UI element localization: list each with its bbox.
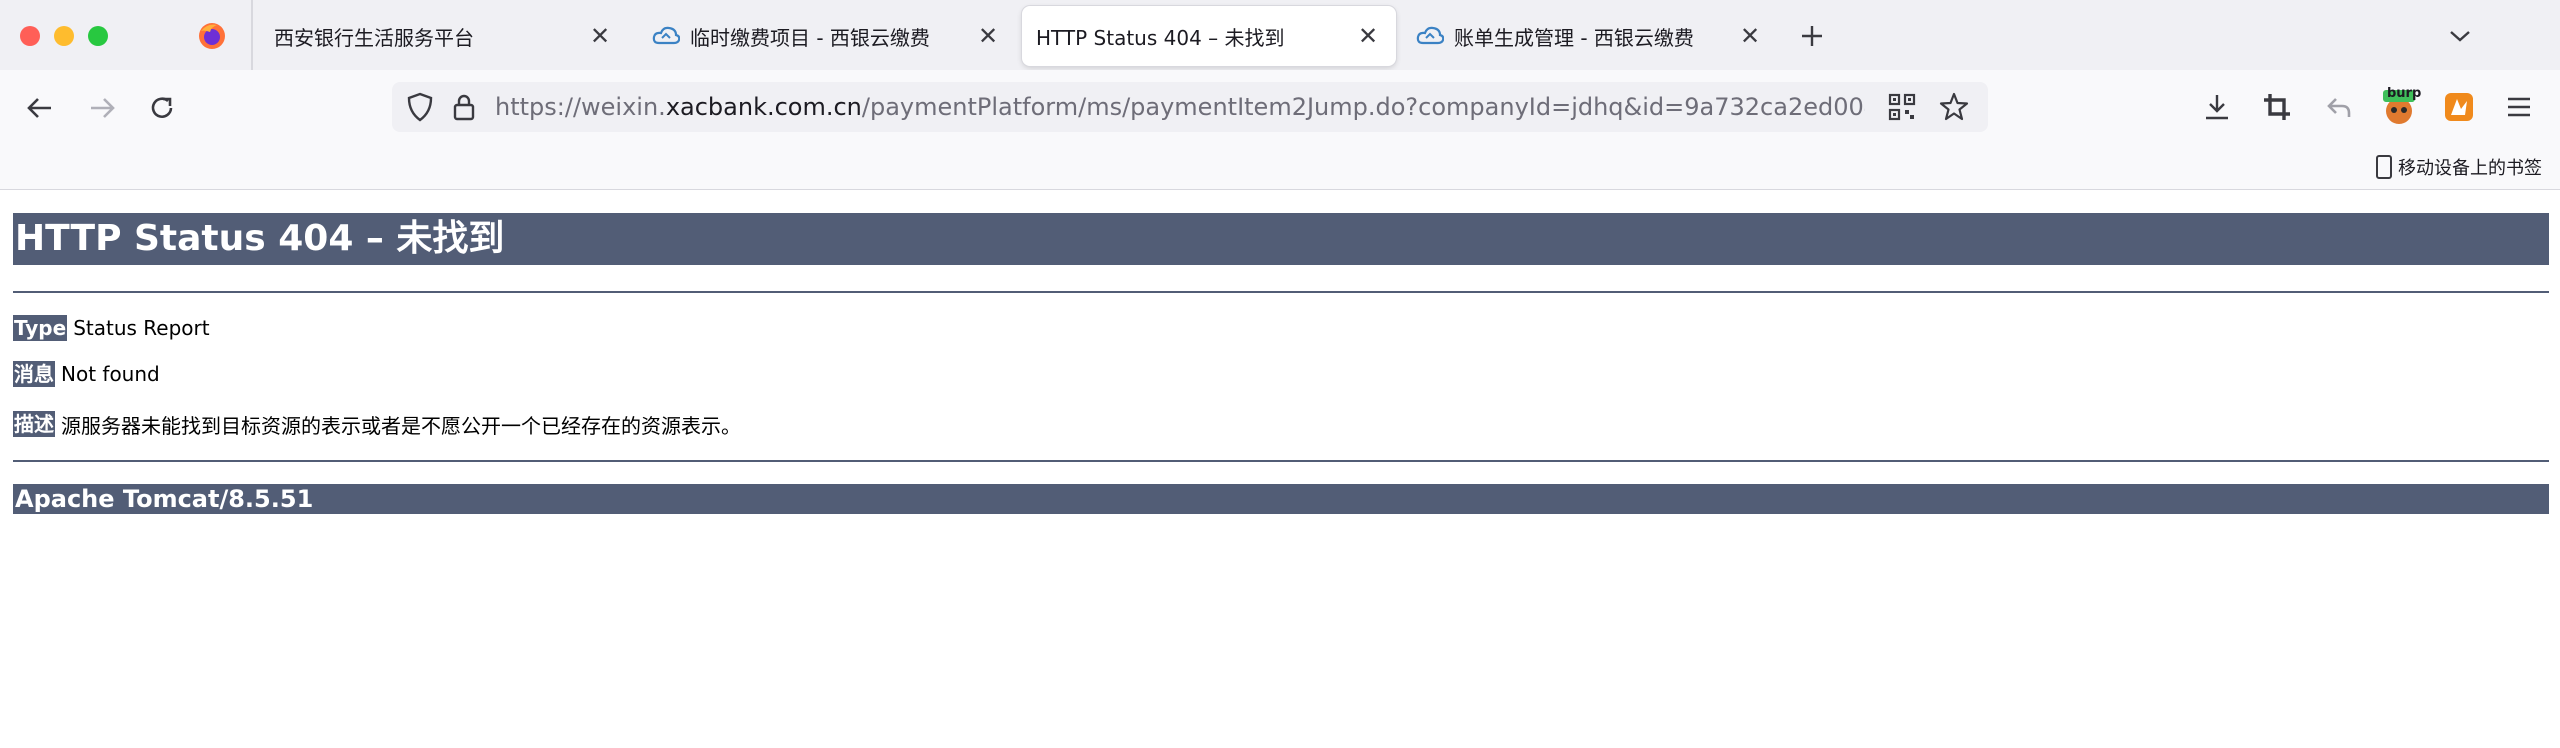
window-minimize-button[interactable] [54, 26, 74, 46]
star-icon[interactable] [1938, 91, 1970, 127]
close-icon[interactable]: ✕ [974, 22, 1002, 50]
list-all-tabs-button[interactable] [2440, 18, 2480, 54]
page-title: HTTP Status 404 – 未找到 [15, 218, 505, 259]
downloads-button[interactable] [2196, 86, 2238, 128]
mobile-bookmarks-folder[interactable]: 移动设备上的书签 [2376, 150, 2542, 184]
tab-label: HTTP Status 404 – 未找到 [1036, 25, 1285, 50]
tab-temp-payment[interactable]: 临时缴费项目 - 西银云缴费 ✕ [640, 6, 1016, 66]
description-key: 描述 [13, 411, 55, 437]
divider [13, 291, 2549, 293]
reload-button[interactable] [142, 88, 182, 128]
window-zoom-button[interactable] [88, 26, 108, 46]
message-key: 消息 [13, 361, 55, 387]
message-value: Not found [61, 362, 160, 386]
reload-icon [151, 97, 173, 118]
lock-icon[interactable] [448, 91, 480, 127]
qr-code-icon[interactable] [1888, 93, 1916, 125]
url-prefix: https://weixin. [495, 93, 666, 121]
mobile-bookmarks-label: 移动设备上的书签 [2398, 158, 2542, 179]
description-value: 源服务器未能找到目标资源的表示或者是不愿公开一个已经存在的资源表示。 [61, 413, 741, 438]
tab-strip: 西安银行生活服务平台 ✕ 临时缴费项目 - 西银云缴费 ✕ HTTP Statu… [0, 0, 2560, 70]
type-value: Status Report [73, 316, 210, 340]
forward-arrow-icon [91, 98, 115, 118]
burp-badge-label: burp [2387, 86, 2422, 101]
type-row: Type Status Report [13, 314, 210, 342]
description-row: 描述 源服务器未能找到目标资源的表示或者是不愿公开一个已经存在的资源表示。 [13, 410, 741, 438]
tab-label: 临时缴费项目 - 西银云缴费 [690, 25, 930, 50]
tab-xian-bank-life[interactable]: 西安银行生活服务平台 ✕ [258, 6, 628, 66]
shield-icon[interactable] [404, 91, 436, 127]
tab-label: 账单生成管理 - 西银云缴费 [1454, 25, 1694, 50]
burp-extension-button[interactable]: burp [2378, 86, 2422, 128]
type-key: Type [13, 315, 68, 341]
download-icon [2206, 95, 2228, 120]
undo-icon [2327, 98, 2351, 117]
server-info-bar: Apache Tomcat/8.5.51 [13, 484, 2549, 514]
url-bar[interactable]: https://weixin.xacbank.com.cn/paymentPla… [392, 82, 1988, 132]
nav-toolbar: https://weixin.xacbank.com.cn/paymentPla… [0, 70, 2560, 144]
forward-button[interactable] [82, 88, 122, 128]
mobile-device-icon [2376, 155, 2392, 179]
close-icon[interactable]: ✕ [586, 22, 614, 50]
cloud-sync-icon [652, 24, 680, 48]
close-icon[interactable]: ✕ [1354, 22, 1382, 50]
fox-extension-icon [2445, 93, 2473, 121]
hamburger-menu-icon [2508, 97, 2530, 117]
url-host: xacbank.com.cn [665, 93, 862, 121]
error-heading-bar: HTTP Status 404 – 未找到 [13, 213, 2549, 265]
url-text[interactable]: https://weixin.xacbank.com.cn/paymentPla… [495, 82, 1865, 132]
firefox-view-button[interactable] [190, 20, 234, 52]
cloud-sync-icon [1416, 24, 1444, 48]
firefox-icon [199, 23, 225, 49]
screenshot-button[interactable] [2256, 86, 2298, 128]
tab-label: 西安银行生活服务平台 [274, 25, 474, 50]
tab-separator [251, 0, 253, 70]
url-path: /paymentPlatform/ms/paymentItem2Jump.do?… [861, 93, 1865, 121]
back-arrow-icon [27, 98, 51, 118]
server-version: Apache Tomcat/8.5.51 [15, 485, 314, 513]
close-icon[interactable]: ✕ [1736, 22, 1764, 50]
message-row: 消息 Not found [13, 360, 160, 388]
crop-icon [2264, 94, 2290, 120]
tab-bill-generation[interactable]: 账单生成管理 - 西银云缴费 ✕ [1402, 6, 1778, 66]
tab-http-404[interactable]: HTTP Status 404 – 未找到 ✕ [1022, 6, 1396, 66]
new-tab-button[interactable] [1794, 18, 1830, 54]
page-content: HTTP Status 404 – 未找到 Type Status Report… [0, 190, 2560, 748]
undo-button[interactable] [2318, 86, 2360, 128]
chevron-down-icon [2450, 31, 2470, 42]
divider [13, 460, 2549, 462]
fox-extension-button[interactable] [2438, 86, 2480, 128]
window-close-button[interactable] [20, 26, 40, 46]
app-menu-button[interactable] [2498, 86, 2540, 128]
back-button[interactable] [20, 88, 60, 128]
plus-icon [1802, 26, 1822, 46]
bookmarks-bar: 移动设备上的书签 [0, 144, 2560, 190]
